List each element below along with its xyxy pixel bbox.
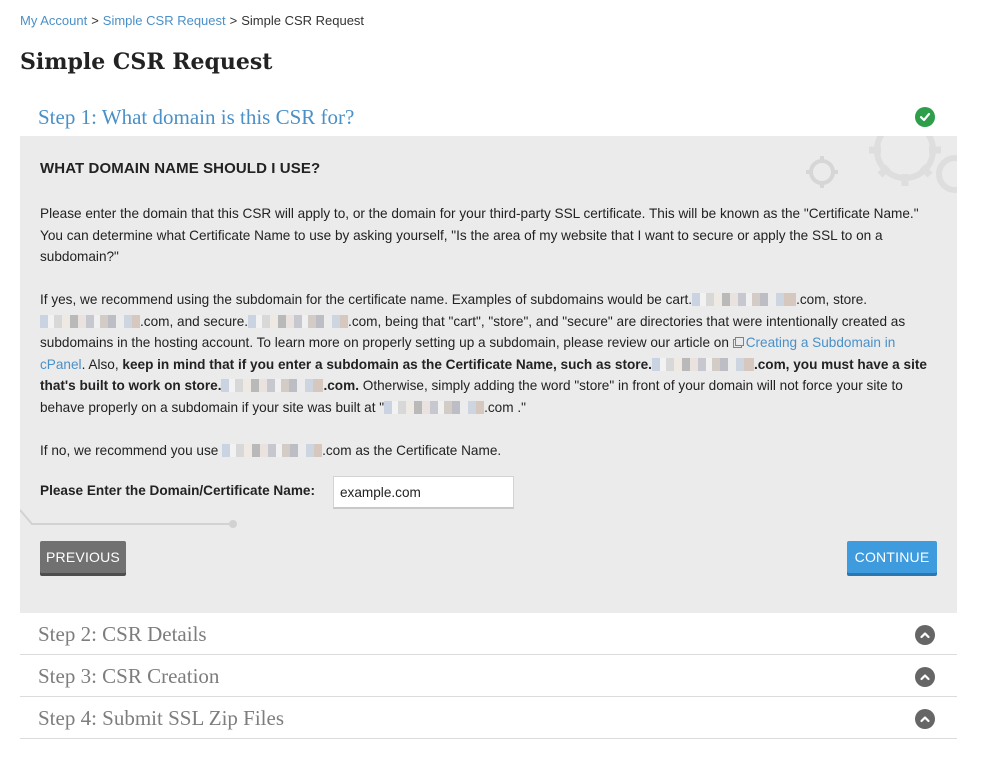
previous-button[interactable]: PREVIOUS [40,541,126,573]
chevron-up-circle-icon[interactable] [915,666,935,687]
breadcrumb-separator: > [91,13,99,28]
step-3-header[interactable]: Step 3: CSR Creation [20,657,957,697]
redacted-domain [651,357,754,371]
continue-button[interactable]: CONTINUE [847,541,937,573]
step-4-title: Step 4: Submit SSL Zip Files [38,706,285,730]
breadcrumb-my-account[interactable]: My Account [20,13,87,28]
step-2-header[interactable]: Step 2: CSR Details [20,615,957,655]
check-circle-icon [915,107,935,127]
breadcrumb: My Account > Simple CSR Request > Simple CSR… [20,13,364,28]
domain-input[interactable] [333,476,514,509]
domain-field-label: Please Enter the Domain/Certificate Name… [40,483,315,498]
step-1-panel: WHAT DOMAIN NAME SHOULD I USE? Please en… [20,136,957,613]
step-3-title: Step 3: CSR Creation [38,664,220,688]
timeline-decoration [20,509,237,528]
gears-decoration-icon [806,136,957,193]
step-1-header[interactable]: Step 1: What domain is this CSR for? [20,97,957,137]
no-subdomain-paragraph: If no, we recommend you use .com as the … [40,443,502,458]
breadcrumb-separator: > [229,13,238,28]
step-1-title: Step 1: What domain is this CSR for? [38,104,355,129]
chevron-up-circle-icon[interactable] [915,708,935,729]
redacted-domain [384,400,485,414]
subdomain-paragraph: If yes, we recommend using the subdomain… [40,292,927,415]
panel-heading: WHAT DOMAIN NAME SHOULD I USE? [40,160,321,177]
step-2-title: Step 2: CSR Details [38,622,207,646]
step-4-header[interactable]: Step 4: Submit SSL Zip Files [20,699,957,739]
intro-paragraph: Please enter the domain that this CSR wi… [40,206,919,265]
redacted-domain [221,379,324,393]
redacted-domain [40,314,140,328]
breadcrumb-current: Simple CSR Request [241,13,365,28]
redacted-domain [222,444,323,457]
external-link-icon [732,337,744,349]
chevron-up-circle-icon[interactable] [915,624,935,645]
breadcrumb-simple-csr-request[interactable]: Simple CSR Request [103,13,226,28]
redacted-domain [248,314,349,328]
redacted-domain [692,293,797,306]
page-title: Simple CSR Request [20,49,273,75]
